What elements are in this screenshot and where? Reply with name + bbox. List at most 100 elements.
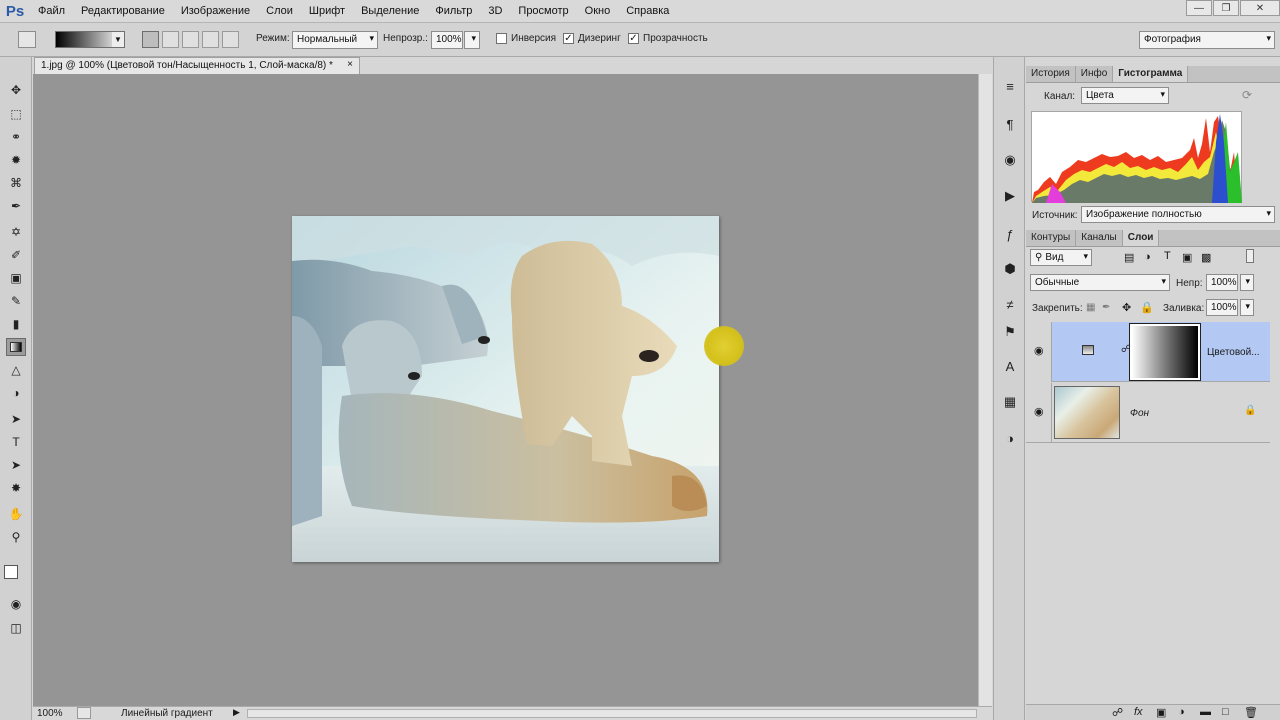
actions-panel-icon[interactable]: ▶ (1001, 187, 1019, 205)
filter-toggle-icon[interactable] (1246, 249, 1254, 263)
reflected-gradient-button[interactable] (202, 31, 219, 48)
layer-style-icon[interactable]: fx (1134, 706, 1143, 718)
opacity-dropdown[interactable]: ▾ (464, 31, 480, 49)
tab-history[interactable]: История (1026, 66, 1076, 82)
channel-select[interactable]: Цвета ▾ (1081, 87, 1169, 104)
move-tool-icon[interactable]: ✥ (6, 81, 26, 99)
filter-shape-icon[interactable]: ▣ (1182, 251, 1192, 264)
eyedropper-tool-icon[interactable]: ✒ (6, 197, 26, 215)
menu-file[interactable]: Файл (30, 5, 73, 17)
delete-layer-icon[interactable]: 🗑 (1244, 706, 1258, 719)
dither-checkbox[interactable]: ✓ (563, 33, 574, 44)
menu-layer[interactable]: Слои (258, 5, 301, 17)
filter-type-icon[interactable]: T (1164, 250, 1171, 262)
masks-panel-icon[interactable]: ◑ (1001, 429, 1019, 447)
linear-gradient-button[interactable] (142, 31, 159, 48)
layer-row-background[interactable]: ◉ Фон 🔒 (1026, 383, 1270, 443)
tab-layers[interactable]: Слои (1122, 230, 1160, 246)
healing-brush-tool-icon[interactable]: ✡ (6, 223, 26, 241)
background-layer-thumbnail[interactable] (1054, 386, 1120, 439)
workspace-select[interactable]: Фотография ▾ (1139, 31, 1275, 49)
menu-select[interactable]: Выделение (353, 5, 427, 17)
brush-panel-icon[interactable]: ≡ (1001, 77, 1019, 95)
clone-stamp-tool-icon[interactable]: ▣ (6, 269, 26, 287)
zoom-tool-icon[interactable]: ⚲ (6, 528, 26, 546)
fill-input[interactable]: 100% (1206, 299, 1238, 316)
history-brush-tool-icon[interactable]: ✎ (6, 292, 26, 310)
layer-mask-thumbnail[interactable] (1129, 323, 1201, 381)
menu-edit[interactable]: Редактирование (73, 5, 173, 17)
gradient-dropdown-icon[interactable]: ▼ (112, 32, 124, 47)
link-layers-icon[interactable]: ☍ (1112, 706, 1123, 719)
opacity-input[interactable]: 100% (431, 31, 463, 49)
minimize-button[interactable]: — (1186, 0, 1212, 16)
eraser-tool-icon[interactable]: ▮ (6, 315, 26, 333)
new-group-icon[interactable]: ▬ (1200, 706, 1211, 718)
path-select-tool-icon[interactable]: ➤ (6, 456, 26, 474)
tab-channels[interactable]: Каналы (1076, 230, 1123, 246)
filter-smart-icon[interactable]: ▩ (1201, 251, 1211, 264)
source-select[interactable]: Изображение полностью ▾ (1081, 206, 1275, 223)
restore-button[interactable]: ❐ (1213, 0, 1239, 16)
marquee-tool-icon[interactable]: ⬚ (6, 105, 26, 123)
shape-tool-icon[interactable]: ✸ (6, 479, 26, 497)
quick-mask-icon[interactable]: ◉ (6, 595, 26, 613)
close-document-icon[interactable]: × (347, 59, 353, 70)
lock-position-icon[interactable]: ✥ (1122, 301, 1131, 314)
transparency-checkbox[interactable]: ✓ (628, 33, 639, 44)
status-menu-arrow-icon[interactable]: ▶ (233, 707, 240, 718)
character-panel-icon[interactable]: A (1001, 357, 1019, 375)
radial-gradient-button[interactable] (162, 31, 179, 48)
filter-pixel-icon[interactable]: ▤ (1124, 251, 1134, 264)
lock-image-icon[interactable]: ✒ (1102, 302, 1110, 313)
tool-presets-panel-icon[interactable]: ⚑ (1001, 323, 1019, 341)
refresh-icon[interactable]: ⟳ (1242, 88, 1252, 102)
tab-paths[interactable]: Контуры (1026, 230, 1077, 246)
menu-3d[interactable]: 3D (480, 5, 510, 17)
fill-dropdown[interactable]: ▾ (1240, 299, 1254, 316)
pen-tool-icon[interactable]: ➤ (6, 410, 26, 428)
new-adjustment-icon[interactable]: ◑ (1178, 706, 1185, 718)
tab-info[interactable]: Инфо (1076, 66, 1114, 82)
screen-mode-icon[interactable]: ◫ (6, 619, 26, 637)
styles-panel-icon[interactable]: ƒ (1001, 225, 1019, 243)
inverse-checkbox[interactable] (496, 33, 507, 44)
menu-help[interactable]: Справка (618, 5, 677, 17)
dodge-tool-icon[interactable]: ◑ (6, 384, 26, 402)
menu-filter[interactable]: Фильтр (427, 5, 480, 17)
swatches-panel-icon[interactable]: ◉ (1001, 151, 1019, 169)
foreground-color-swatch[interactable] (4, 565, 18, 579)
type-tool-icon[interactable]: T (6, 433, 26, 451)
blend-mode-select[interactable]: Обычные ▾ (1030, 274, 1170, 291)
menu-view[interactable]: Просмотр (510, 5, 576, 17)
visibility-eye-icon[interactable]: ◉ (1034, 344, 1044, 357)
menu-type[interactable]: Шрифт (301, 5, 353, 17)
diamond-gradient-button[interactable] (222, 31, 239, 48)
layer-row-adjustment[interactable]: 👁 ◉ ☍ Цветовой... (1026, 322, 1270, 382)
paragraph-panel-icon[interactable]: ¶ (1001, 115, 1019, 133)
document-tab[interactable]: 1.jpg @ 100% (Цветовой тон/Насыщенность … (34, 57, 360, 74)
gradient-tool-icon[interactable] (6, 338, 26, 356)
layer-filter-select[interactable]: ⚲ Вид ▾ (1030, 249, 1092, 266)
brush-tool-icon[interactable]: ✐ (6, 246, 26, 264)
angle-gradient-button[interactable] (182, 31, 199, 48)
add-mask-icon[interactable]: ▣ (1156, 706, 1166, 719)
layer-name[interactable]: Цветовой... (1207, 347, 1260, 358)
close-button[interactable]: ✕ (1240, 0, 1280, 16)
layer-name[interactable]: Фон (1130, 408, 1149, 419)
3d-panel-icon[interactable]: ⬢ (1001, 260, 1019, 278)
lock-all-icon[interactable]: 🔒 (1140, 301, 1154, 314)
tool-preset-picker[interactable] (18, 31, 36, 48)
hand-tool-icon[interactable]: ✋ (6, 505, 26, 523)
new-layer-icon[interactable]: □ (1222, 706, 1229, 718)
crop-tool-icon[interactable]: ⌘ (6, 174, 26, 192)
lasso-tool-icon[interactable]: ⚭ (6, 128, 26, 146)
lock-transparent-icon[interactable]: ▦ (1086, 302, 1095, 313)
layer-opacity-dropdown[interactable]: ▾ (1240, 274, 1254, 291)
zoom-toggle-icon[interactable] (77, 707, 91, 719)
clone-source-panel-icon[interactable]: ▦ (1001, 393, 1019, 411)
tab-histogram[interactable]: Гистограмма (1113, 66, 1189, 82)
blur-tool-icon[interactable]: △ (6, 361, 26, 379)
vertical-scrollbar[interactable] (978, 74, 992, 706)
mode-select[interactable]: Нормальный ▾ (292, 31, 378, 49)
